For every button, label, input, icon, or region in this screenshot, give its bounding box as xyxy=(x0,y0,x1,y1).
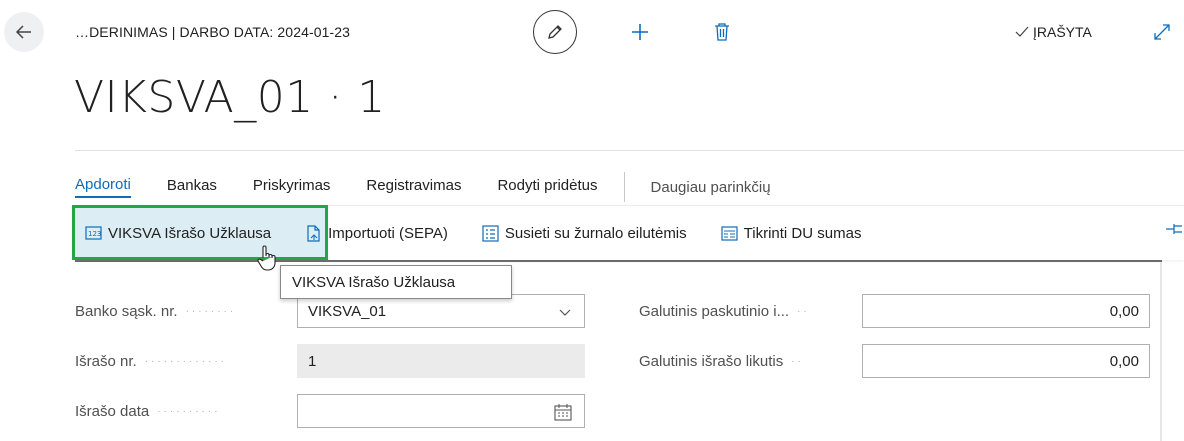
back-button[interactable] xyxy=(4,12,44,52)
label-dots: ········ xyxy=(185,306,237,317)
breadcrumb: …DERINIMAS | DARBO DATA: 2024-01-23 xyxy=(75,24,351,40)
last-ending-balance-value: 0,00 xyxy=(1109,302,1139,320)
ending-balance-label: Galutinis išrašo likutis ·· xyxy=(639,353,804,370)
chevron-down-icon[interactable] xyxy=(558,305,572,319)
saved-status-label: ĮRAŠYTA xyxy=(1033,24,1092,40)
tab-separator xyxy=(623,172,625,202)
check-du-sums-button[interactable]: Tikrinti DU sumas xyxy=(713,213,870,253)
import-file-icon xyxy=(307,224,320,242)
label-dots: ·········· xyxy=(157,406,221,417)
statement-no-label-text: Išrašo nr. xyxy=(75,353,137,370)
last-ending-balance-label-text: Galutinis paskutinio i... xyxy=(639,303,790,320)
bank-account-label-text: Banko sąsk. nr. xyxy=(75,303,178,320)
check-du-sums-label: Tikrinti DU sumas xyxy=(743,224,862,242)
checkmark-icon xyxy=(1015,26,1029,37)
action-bar: Apdoroti Bankas Priskyrimas Registravima… xyxy=(75,172,771,202)
label-dots: ·· xyxy=(797,306,810,317)
pin-button[interactable] xyxy=(1166,222,1184,241)
expand-button[interactable] xyxy=(1150,20,1174,44)
viksva-request-button[interactable]: 123 VIKSVA Išrašo Užklausa xyxy=(77,213,279,253)
page-title: VIKSVA_01 · 1 xyxy=(74,72,386,123)
label-dots: ·· xyxy=(791,356,804,367)
title-divider xyxy=(75,150,1184,151)
svg-text:123: 123 xyxy=(88,230,101,238)
tab-priskyrimas[interactable]: Priskyrimas xyxy=(253,177,331,197)
label-dots: ············· xyxy=(144,356,227,367)
trash-icon xyxy=(715,23,729,41)
calendar-icon[interactable] xyxy=(554,403,572,421)
import-sepa-label: Importuoti (SEPA) xyxy=(328,224,448,242)
pin-icon xyxy=(1166,224,1182,234)
match-journal-lines-button[interactable]: Susieti su žurnalo eilutėmis xyxy=(474,213,695,253)
toolbar: 123 VIKSVA Išrašo Užklausa Importuoti (S… xyxy=(75,208,1184,258)
bank-account-field[interactable]: VIKSVA_01 xyxy=(297,294,585,328)
add-button[interactable] xyxy=(626,18,654,46)
more-options-button[interactable]: Daugiau parinkčių xyxy=(651,179,771,196)
saved-status: ĮRAŠYTA xyxy=(1015,24,1092,40)
bank-account-label: Banko sąsk. nr. ········ xyxy=(75,303,236,320)
statement-request-icon: 123 xyxy=(85,225,102,240)
tab-rodyti-pridetus[interactable]: Rodyti pridėtus xyxy=(497,177,597,197)
tab-registravimas[interactable]: Registravimas xyxy=(366,177,461,197)
section-divider xyxy=(75,260,1162,262)
expand-icon xyxy=(1154,24,1170,40)
tab-apdoroti[interactable]: Apdoroti xyxy=(75,176,131,198)
arrow-left-icon xyxy=(15,25,31,39)
ending-balance-label-text: Galutinis išrašo likutis xyxy=(639,353,784,370)
match-list-icon xyxy=(482,224,499,242)
statement-date-label-text: Išrašo data xyxy=(75,403,150,420)
edit-button[interactable] xyxy=(533,10,577,54)
plus-icon xyxy=(632,24,648,40)
last-ending-balance-label: Galutinis paskutinio i... ·· xyxy=(639,303,810,320)
pencil-icon xyxy=(548,25,562,39)
statement-no-label: Išrašo nr. ············· xyxy=(75,353,227,370)
check-list-icon xyxy=(721,225,738,241)
tab-bankas[interactable]: Bankas xyxy=(167,177,217,197)
match-journal-lines-label: Susieti su žurnalo eilutėmis xyxy=(504,224,687,242)
import-sepa-button[interactable]: Importuoti (SEPA) xyxy=(297,213,456,253)
statement-no-field: 1 xyxy=(297,344,585,378)
scrollbar[interactable] xyxy=(1160,262,1162,441)
delete-button[interactable] xyxy=(708,18,736,46)
ending-balance-value: 0,00 xyxy=(1109,352,1139,370)
statement-date-label: Išrašo data ·········· xyxy=(75,403,221,420)
ending-balance-field[interactable]: 0,00 xyxy=(862,344,1150,378)
hand-cursor-icon xyxy=(257,245,276,271)
bank-account-value: VIKSVA_01 xyxy=(308,302,387,320)
last-ending-balance-field[interactable]: 0,00 xyxy=(862,294,1150,328)
tooltip: VIKSVA Išrašo Užklausa xyxy=(280,265,512,299)
statement-no-value: 1 xyxy=(308,352,317,370)
statement-date-field[interactable] xyxy=(297,394,585,428)
viksva-request-label: VIKSVA Išrašo Užklausa xyxy=(108,224,272,242)
